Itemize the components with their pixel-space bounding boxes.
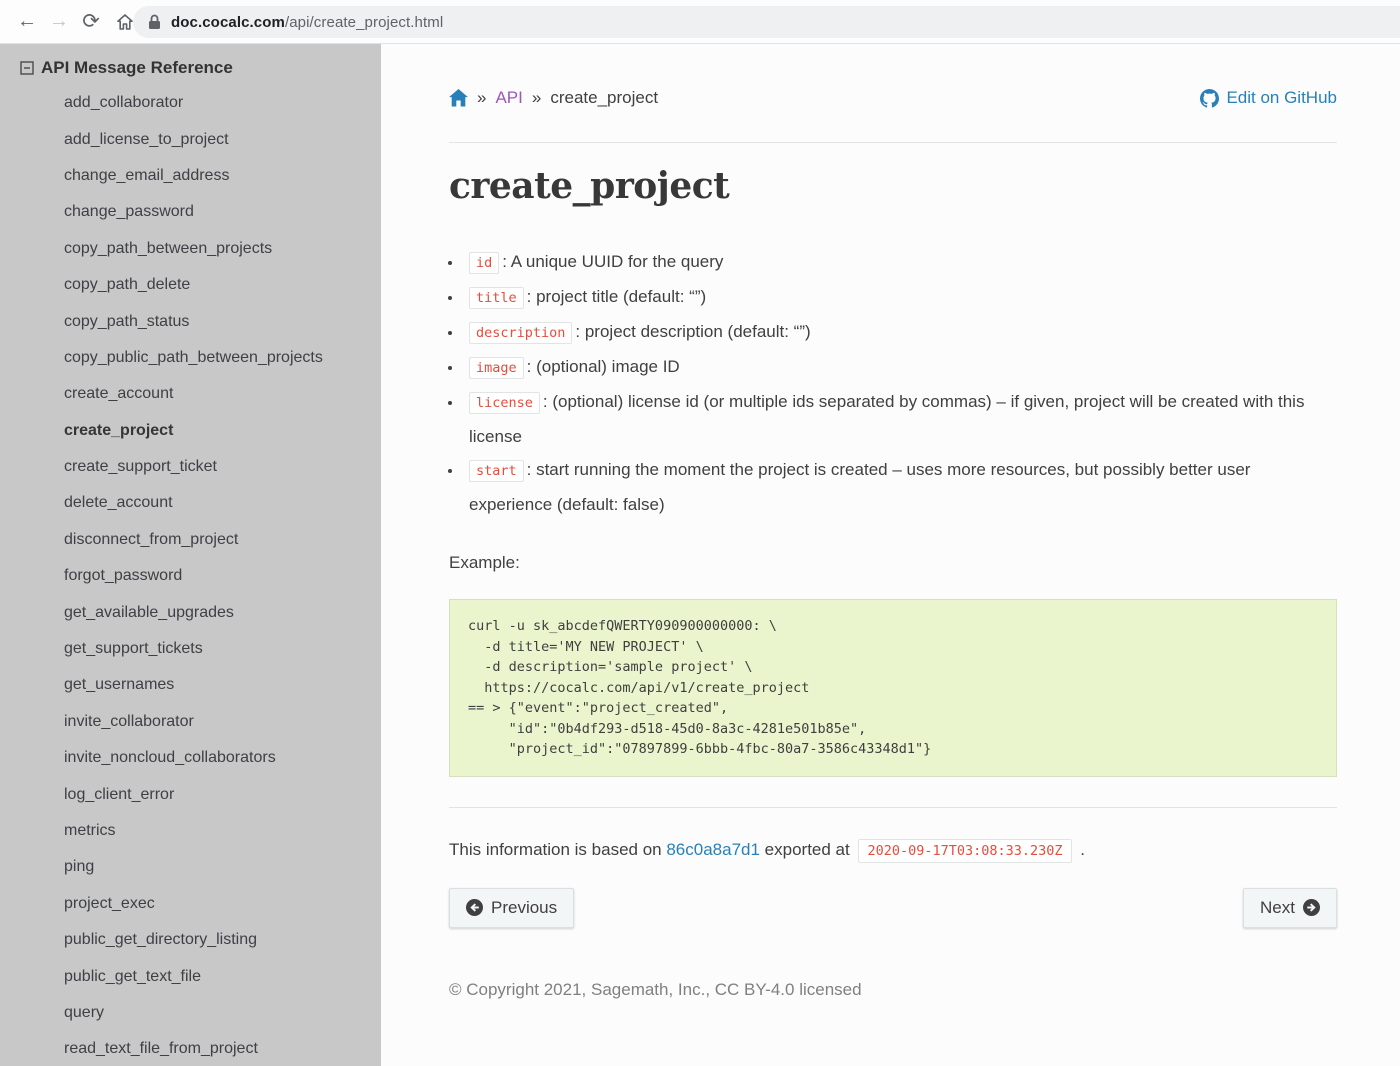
edit-on-github-label: Edit on GitHub xyxy=(1226,88,1337,108)
page-title: create_project xyxy=(449,165,1337,207)
main-content: » API » create_project Edit on GitHub cr… xyxy=(381,44,1400,1066)
sidebar-item-get_available_upgrades[interactable]: get_available_upgrades xyxy=(0,594,381,630)
previous-button[interactable]: Previous xyxy=(449,888,574,928)
sidebar-item-invite_noncloud_collaborators[interactable]: invite_noncloud_collaborators xyxy=(0,740,381,776)
address-bar[interactable]: doc.cocalc.com/api/create_project.html xyxy=(133,6,1400,38)
sidebar-item-invite_collaborator[interactable]: invite_collaborator xyxy=(0,704,381,740)
commit-link[interactable]: 86c0a8a7d1 xyxy=(666,840,760,859)
browser-toolbar: ← → ⟳ doc.cocalc.com/api/create_project.… xyxy=(0,0,1400,44)
next-button-label: Next xyxy=(1260,898,1295,918)
sidebar-item-query[interactable]: query xyxy=(0,995,381,1031)
param-description: : (optional) license id (or multiple ids… xyxy=(469,392,1304,446)
forward-icon[interactable]: → xyxy=(44,7,74,37)
export-info-suffix: . xyxy=(1080,840,1085,859)
sidebar-item-public_get_directory_listing[interactable]: public_get_directory_listing xyxy=(0,922,381,958)
param-license: license: (optional) license id (or multi… xyxy=(463,385,1337,453)
sidebar-item-add_license_to_project[interactable]: add_license_to_project xyxy=(0,121,381,157)
param-description: : start running the moment the project i… xyxy=(469,460,1250,514)
arrow-circle-left-icon xyxy=(466,899,483,916)
param-description: : A unique UUID for the query xyxy=(502,252,723,271)
breadcrumb-separator: » xyxy=(532,88,541,108)
url-domain: doc.cocalc.com xyxy=(171,14,285,31)
back-icon[interactable]: ← xyxy=(12,7,42,37)
example-code-block: curl -u sk_abcdefQWERTY090900000000: \ -… xyxy=(449,599,1337,777)
sidebar-item-copy_path_delete[interactable]: copy_path_delete xyxy=(0,267,381,303)
param-code-chip: start xyxy=(469,460,524,482)
param-code-chip: image xyxy=(469,357,524,379)
sidebar-item-copy_path_status[interactable]: copy_path_status xyxy=(0,303,381,339)
url-text[interactable]: doc.cocalc.com/api/create_project.html xyxy=(171,14,443,31)
param-code-chip: title xyxy=(469,287,524,309)
sidebar-item-create_support_ticket[interactable]: create_support_ticket xyxy=(0,449,381,485)
param-description: : project title (default: “”) xyxy=(527,287,707,306)
sidebar-item-forgot_password[interactable]: forgot_password xyxy=(0,558,381,594)
sidebar-section-header[interactable]: API Message Reference xyxy=(20,58,381,78)
param-description-item: description: project description (defaul… xyxy=(463,315,1337,350)
edit-on-github-link[interactable]: Edit on GitHub xyxy=(1200,88,1337,108)
reload-icon[interactable]: ⟳ xyxy=(76,7,106,37)
url-path: /api/create_project.html xyxy=(285,14,443,31)
param-start: start: start running the moment the proj… xyxy=(463,453,1337,521)
example-label: Example: xyxy=(449,553,1337,573)
param-id: id: A unique UUID for the query xyxy=(463,245,1337,280)
next-button[interactable]: Next xyxy=(1243,888,1337,928)
collapse-minus-icon[interactable] xyxy=(20,61,34,75)
sidebar-item-change_email_address[interactable]: change_email_address xyxy=(0,158,381,194)
sidebar-item-create_account[interactable]: create_account xyxy=(0,376,381,412)
lock-icon[interactable] xyxy=(148,14,161,30)
sidebar-nav: API Message Reference add_collaborator a… xyxy=(0,44,381,1066)
param-description: : (optional) image ID xyxy=(527,357,680,376)
copyright-text: © Copyright 2021, Sagemath, Inc., CC BY-… xyxy=(449,980,1337,1000)
sidebar-item-list: add_collaborator add_license_to_project … xyxy=(0,85,381,1066)
export-info: This information is based on 86c0a8a7d1 … xyxy=(449,840,1337,860)
param-code-chip: description xyxy=(469,322,572,344)
param-image: image: (optional) image ID xyxy=(463,350,1337,385)
pager-row: Previous Next xyxy=(449,888,1337,928)
sidebar-item-change_password[interactable]: change_password xyxy=(0,194,381,230)
sidebar-item-delete_account[interactable]: delete_account xyxy=(0,485,381,521)
param-code-chip: id xyxy=(469,252,499,274)
sidebar-item-project_exec[interactable]: project_exec xyxy=(0,886,381,922)
breadcrumb-home-icon[interactable] xyxy=(449,89,468,107)
breadcrumb-current-page: create_project xyxy=(550,88,658,108)
breadcrumb-separator: » xyxy=(477,88,486,108)
breadcrumb-divider xyxy=(449,142,1337,143)
export-info-middle: exported at xyxy=(765,840,850,859)
sidebar-item-log_client_error[interactable]: log_client_error xyxy=(0,776,381,812)
export-info-prefix: This information is based on xyxy=(449,840,662,859)
sidebar-item-create_project[interactable]: create_project xyxy=(0,413,381,449)
sidebar-section-title: API Message Reference xyxy=(41,58,233,78)
sidebar-item-get_support_tickets[interactable]: get_support_tickets xyxy=(0,631,381,667)
breadcrumb: » API » create_project Edit on GitHub xyxy=(449,88,1337,108)
timestamp-chip: 2020-09-17T03:08:33.230Z xyxy=(858,839,1071,863)
sidebar-item-get_usernames[interactable]: get_usernames xyxy=(0,667,381,703)
sidebar-item-read_text_file_from_project[interactable]: read_text_file_from_project xyxy=(0,1031,381,1066)
sidebar-item-copy_public_path_between_projects[interactable]: copy_public_path_between_projects xyxy=(0,340,381,376)
content-divider xyxy=(449,807,1337,808)
sidebar-item-public_get_text_file[interactable]: public_get_text_file xyxy=(0,958,381,994)
parameter-list: id: A unique UUID for the query title: p… xyxy=(463,245,1337,521)
previous-button-label: Previous xyxy=(491,898,557,918)
param-title: title: project title (default: “”) xyxy=(463,280,1337,315)
sidebar-item-metrics[interactable]: metrics xyxy=(0,813,381,849)
github-icon xyxy=(1200,89,1219,108)
sidebar-item-ping[interactable]: ping xyxy=(0,849,381,885)
param-description: : project description (default: “”) xyxy=(575,322,810,341)
arrow-circle-right-icon xyxy=(1303,899,1320,916)
param-code-chip: license xyxy=(469,392,540,414)
sidebar-item-disconnect_from_project[interactable]: disconnect_from_project xyxy=(0,522,381,558)
breadcrumb-api-link[interactable]: API xyxy=(495,88,522,108)
sidebar-item-add_collaborator[interactable]: add_collaborator xyxy=(0,85,381,121)
sidebar-item-copy_path_between_projects[interactable]: copy_path_between_projects xyxy=(0,231,381,267)
